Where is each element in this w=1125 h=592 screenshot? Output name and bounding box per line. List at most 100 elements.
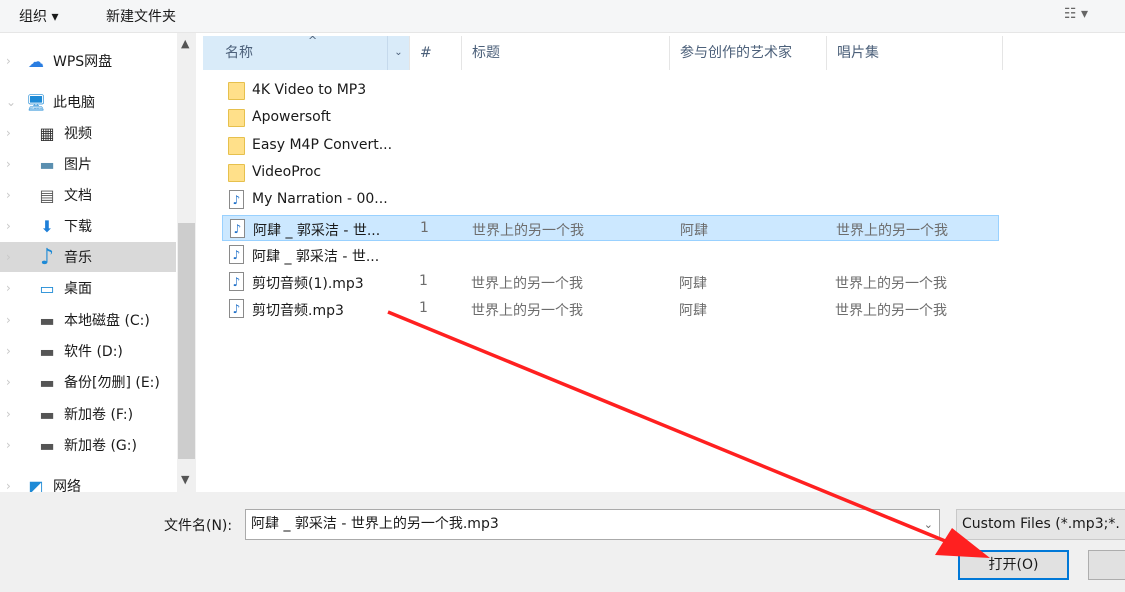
chevron-right-icon[interactable]: › bbox=[6, 344, 11, 358]
chevron-down-icon[interactable]: ⌄ bbox=[6, 95, 16, 109]
column-name-label: 名称 bbox=[225, 45, 253, 61]
nav-item[interactable]: › ▬ 备份[勿删] (E:) bbox=[0, 367, 176, 397]
scroll-up-icon[interactable]: ▲ bbox=[181, 37, 189, 50]
file-row[interactable]: VideoProc bbox=[222, 160, 999, 186]
column-title[interactable]: 标题 bbox=[462, 36, 670, 70]
nav-item[interactable]: › ▦ 视频 bbox=[0, 118, 176, 148]
nav-item[interactable]: › ⬇ 下载 bbox=[0, 211, 176, 241]
file-row[interactable]: ♪ 阿肆 _ 郭采洁 - 世... bbox=[222, 242, 999, 268]
view-options-icon[interactable]: ☷ ▾ bbox=[1064, 6, 1088, 22]
nav-item-label: 本地磁盘 (C:) bbox=[64, 313, 150, 329]
chevron-right-icon[interactable]: › bbox=[6, 126, 11, 140]
nav-scrollbar[interactable]: ▲ ▼ bbox=[177, 33, 196, 492]
nav-item[interactable]: › ▬ 新加卷 (F:) bbox=[0, 399, 176, 429]
file-name: 剪切音频.mp3 bbox=[252, 303, 344, 320]
nav-item[interactable]: › ▬ 软件 (D:) bbox=[0, 336, 176, 366]
chevron-right-icon[interactable]: › bbox=[6, 313, 11, 327]
folder-icon bbox=[228, 82, 245, 100]
file-row[interactable]: ♪ 剪切音频.mp3 1 世界上的另一个我 阿肆 世界上的另一个我 bbox=[222, 296, 999, 322]
new-folder-button[interactable]: 新建文件夹 bbox=[106, 6, 176, 26]
file-album: 世界上的另一个我 bbox=[835, 276, 947, 293]
file-row[interactable]: ♪ 剪切音频(1).mp3 1 世界上的另一个我 阿肆 世界上的另一个我 bbox=[222, 269, 999, 295]
audio-file-icon: ♪ bbox=[229, 190, 244, 210]
column-header: 名称 ^ ⌄ # 标题 参与创作的艺术家 唱片集 bbox=[203, 34, 1003, 70]
chevron-right-icon[interactable]: › bbox=[6, 479, 11, 493]
chevron-right-icon[interactable]: › bbox=[6, 407, 11, 421]
file-name: 阿肆 _ 郭采洁 - 世... bbox=[252, 248, 380, 265]
documents-icon: ▤ bbox=[39, 185, 55, 205]
audio-file-icon: ♪ bbox=[230, 218, 245, 238]
chevron-right-icon[interactable]: › bbox=[6, 375, 11, 389]
scroll-thumb[interactable] bbox=[178, 223, 195, 459]
nav-item[interactable]: › ▬ 新加卷 (G:) bbox=[0, 430, 176, 460]
folder-icon bbox=[228, 109, 245, 128]
file-title: 世界上的另一个我 bbox=[471, 303, 583, 320]
nav-item[interactable]: › ▬ 图片 bbox=[0, 149, 176, 179]
scroll-down-icon[interactable]: ▼ bbox=[181, 473, 189, 486]
chevron-down-icon[interactable]: ⌄ bbox=[924, 510, 933, 539]
nav-item-label: 新加卷 (F:) bbox=[64, 407, 134, 423]
file-row[interactable]: ♪ My Narration - 00... bbox=[222, 187, 999, 213]
filename-input[interactable]: 阿肆 _ 郭采洁 - 世界上的另一个我.mp3 ⌄ bbox=[245, 509, 940, 540]
desktop-icon: ▭ bbox=[39, 278, 55, 298]
chevron-right-icon[interactable]: › bbox=[6, 157, 11, 171]
open-button[interactable]: 打开(O) bbox=[958, 550, 1069, 580]
nav-item[interactable]: › ☁ WPS网盘 bbox=[0, 46, 176, 76]
nav-item[interactable]: › ▬ 本地磁盘 (C:) bbox=[0, 305, 176, 335]
nav-item-label: 新加卷 (G:) bbox=[64, 438, 137, 454]
column-album[interactable]: 唱片集 bbox=[827, 36, 1003, 70]
nav-item[interactable]: › ▭ 桌面 bbox=[0, 273, 176, 303]
nav-item[interactable]: ⌄ 🖥 此电脑 bbox=[0, 87, 176, 117]
file-row[interactable]: 4K Video to MP3 bbox=[222, 78, 999, 104]
filename-label: 文件名(N): bbox=[164, 518, 233, 534]
cloud-icon: ☁ bbox=[28, 51, 44, 71]
filetype-select[interactable]: Custom Files (*.mp3;*. bbox=[956, 509, 1125, 540]
chevron-right-icon[interactable]: › bbox=[6, 188, 11, 202]
nav-item[interactable]: › ▤ 文档 bbox=[0, 180, 176, 210]
audio-file-icon: ♪ bbox=[229, 299, 244, 319]
drive-icon: ▬ bbox=[39, 435, 55, 455]
column-artist[interactable]: 参与创作的艺术家 bbox=[670, 36, 827, 70]
file-name: Easy M4P Convert... bbox=[252, 136, 393, 153]
file-name: Apowersoft bbox=[252, 109, 331, 126]
file-album: 世界上的另一个我 bbox=[836, 222, 948, 239]
file-number: 1 bbox=[419, 273, 428, 290]
file-number: 1 bbox=[420, 219, 429, 236]
nav-item[interactable]: › ♪ 音乐 bbox=[0, 242, 176, 272]
cancel-button[interactable] bbox=[1088, 550, 1125, 580]
nav-item-label: 备份[勿删] (E:) bbox=[64, 375, 160, 391]
folder-icon bbox=[228, 136, 245, 155]
column-dropdown-icon[interactable]: ⌄ bbox=[387, 36, 409, 70]
file-name: VideoProc bbox=[252, 163, 322, 180]
drive-icon: ▬ bbox=[39, 404, 55, 424]
file-name: 4K Video to MP3 bbox=[252, 82, 367, 98]
column-name[interactable]: 名称 ^ ⌄ bbox=[203, 34, 410, 70]
music-icon: ♪ bbox=[39, 244, 55, 270]
nav-item-label: 桌面 bbox=[64, 281, 92, 297]
nav-item-label: 下载 bbox=[64, 219, 92, 235]
audio-file-icon: ♪ bbox=[229, 244, 244, 264]
file-row[interactable]: Apowersoft bbox=[222, 105, 999, 131]
file-title: 世界上的另一个我 bbox=[472, 222, 584, 239]
file-name: 剪切音频(1).mp3 bbox=[252, 276, 364, 293]
nav-item-label: 图片 bbox=[64, 157, 92, 173]
dialog-footer: 文件名(N): 阿肆 _ 郭采洁 - 世界上的另一个我.mp3 ⌄ Custom… bbox=[0, 492, 1125, 592]
chevron-right-icon[interactable]: › bbox=[6, 54, 11, 68]
chevron-right-icon[interactable]: › bbox=[6, 281, 11, 295]
chevron-right-icon[interactable]: › bbox=[6, 438, 11, 452]
chevron-right-icon[interactable]: › bbox=[6, 219, 11, 233]
file-row[interactable]: ♪ 阿肆 _ 郭采洁 - 世... 1 世界上的另一个我 阿肆 世界上的另一个我 bbox=[222, 214, 999, 241]
chevron-right-icon[interactable]: › bbox=[6, 250, 11, 264]
pictures-icon: ▬ bbox=[39, 154, 55, 174]
nav-item-label: 音乐 bbox=[64, 250, 92, 266]
file-row[interactable]: Easy M4P Convert... bbox=[222, 133, 999, 159]
nav-item-label: WPS网盘 bbox=[53, 54, 113, 70]
file-number: 1 bbox=[419, 300, 428, 317]
column-number[interactable]: # bbox=[410, 36, 462, 70]
computer-icon: 🖥 bbox=[25, 92, 47, 112]
file-artist: 阿肆 bbox=[679, 303, 707, 320]
navigation-pane: › ☁ WPS网盘 ⌄ 🖥 此电脑 › ▦ 视频 › ▬ 图片 › ▤ 文档 › ⬇ 下载… bbox=[0, 33, 177, 496]
organize-button[interactable]: 组织 ▾ bbox=[19, 6, 58, 26]
filename-value: 阿肆 _ 郭采洁 - 世界上的另一个我.mp3 bbox=[251, 516, 499, 532]
file-album: 世界上的另一个我 bbox=[835, 303, 947, 320]
